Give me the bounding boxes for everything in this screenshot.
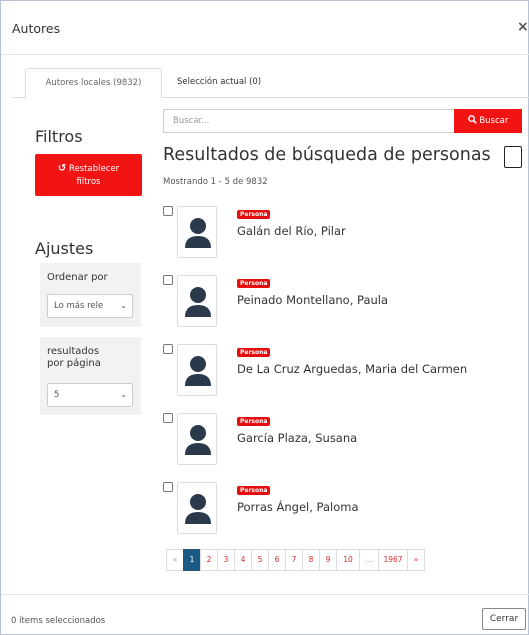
person-badge: Persona — [237, 210, 271, 219]
perpage-label-1: resultados — [47, 346, 100, 357]
chevron-down-icon: ⌄ — [120, 301, 127, 310]
page-5[interactable]: 5 — [251, 549, 269, 571]
result-item: Persona Porras Ángel, Paloma — [163, 482, 523, 536]
page-8[interactable]: 8 — [302, 549, 320, 571]
page-3[interactable]: 3 — [217, 549, 235, 571]
person-badge: Persona — [237, 279, 271, 288]
person-icon — [185, 425, 211, 455]
person-icon — [185, 218, 211, 248]
result-checkbox[interactable] — [163, 413, 173, 423]
page-6[interactable]: 6 — [268, 549, 286, 571]
order-select[interactable]: Lo más rele ⌄ — [47, 294, 133, 318]
person-name[interactable]: De La Cruz Arguedas, Maria del Carmen — [237, 362, 467, 376]
person-name[interactable]: Peinado Montellano, Paula — [237, 293, 388, 307]
modal-header: Autores × — [1, 1, 529, 55]
person-badge: Persona — [237, 486, 271, 495]
order-panel: Ordenar por Lo más rele ⌄ — [40, 263, 141, 327]
tab-current-selection[interactable]: Selección actual (0) — [167, 68, 271, 98]
reset-icon: ↺ — [57, 163, 67, 174]
pagination: « 1 2 3 4 5 6 7 8 9 10 ... 1967 » — [166, 549, 425, 571]
page-7[interactable]: 7 — [285, 549, 303, 571]
person-badge: Persona — [237, 348, 271, 357]
order-select-value: Lo más rele — [54, 301, 104, 311]
close-button[interactable]: Cerrar — [482, 608, 526, 630]
person-icon — [185, 494, 211, 524]
reset-filters-button[interactable]: ↺ Restablecer filtros — [35, 154, 142, 196]
result-item: Persona Peinado Montellano, Paula — [163, 275, 523, 329]
search-button[interactable]: Buscar — [454, 109, 522, 133]
person-icon — [185, 287, 211, 317]
page-10[interactable]: 10 — [336, 549, 360, 571]
tab-local-authors[interactable]: Autores locales (9832) — [25, 68, 162, 99]
page-prev[interactable]: « — [166, 549, 184, 571]
filters-heading: Filtros — [35, 127, 83, 146]
close-icon[interactable]: × — [517, 19, 529, 35]
person-icon — [185, 356, 211, 386]
order-label: Ordenar por — [47, 272, 108, 283]
result-item: Persona De La Cruz Arguedas, Maria del Ca… — [163, 344, 523, 398]
reset-label-line2: filtros — [76, 177, 101, 187]
search-button-label: Buscar — [479, 116, 509, 126]
settings-heading: Ajustes — [35, 239, 94, 258]
perpage-select-value: 5 — [54, 390, 60, 400]
results-title: Resultados de búsqueda de personas — [163, 145, 491, 165]
search-icon — [467, 115, 477, 124]
reset-label-line1: Restablecer — [68, 164, 120, 174]
modal-title: Autores — [12, 21, 61, 36]
avatar — [177, 275, 217, 327]
perpage-select[interactable]: 5 ⌄ — [47, 383, 133, 407]
selected-count: 0 ítems seleccionados — [11, 616, 106, 626]
page-9[interactable]: 9 — [319, 549, 337, 571]
result-item: Persona García Plaza, Susana — [163, 413, 523, 467]
authors-modal: Autores × Autores locales (9832) Selecci… — [0, 0, 529, 635]
results-count: Mostrando 1 - 5 de 9832 — [163, 177, 268, 187]
avatar — [177, 206, 217, 258]
person-name[interactable]: García Plaza, Susana — [237, 431, 357, 445]
person-badge: Persona — [237, 417, 271, 426]
chevron-down-icon: ⌄ — [120, 390, 127, 399]
page-4[interactable]: 4 — [234, 549, 252, 571]
result-checkbox[interactable] — [163, 275, 173, 285]
avatar — [177, 413, 217, 465]
search-input[interactable]: Buscar... — [163, 109, 455, 133]
perpage-panel: resultados por página 5 ⌄ — [40, 337, 141, 415]
result-checkbox[interactable] — [163, 482, 173, 492]
focus-marker — [504, 146, 522, 168]
avatar — [177, 344, 217, 396]
modal-footer: 0 ítems seleccionados Cerrar — [1, 594, 529, 635]
result-checkbox[interactable] — [163, 206, 173, 216]
avatar — [177, 482, 217, 534]
page-2[interactable]: 2 — [200, 549, 218, 571]
person-name[interactable]: Porras Ángel, Paloma — [237, 500, 359, 514]
page-next[interactable]: » — [407, 549, 425, 571]
result-item: Persona Galán del Río, Pilar — [163, 206, 523, 260]
result-checkbox[interactable] — [163, 344, 173, 354]
perpage-label-2: por página — [47, 358, 101, 369]
page-ellipsis: ... — [359, 549, 379, 571]
page-last[interactable]: 1967 — [378, 549, 408, 571]
page-1[interactable]: 1 — [183, 549, 201, 571]
person-name[interactable]: Galán del Río, Pilar — [237, 224, 346, 238]
tab-bar: Autores locales (9832) Selección actual … — [12, 68, 529, 99]
